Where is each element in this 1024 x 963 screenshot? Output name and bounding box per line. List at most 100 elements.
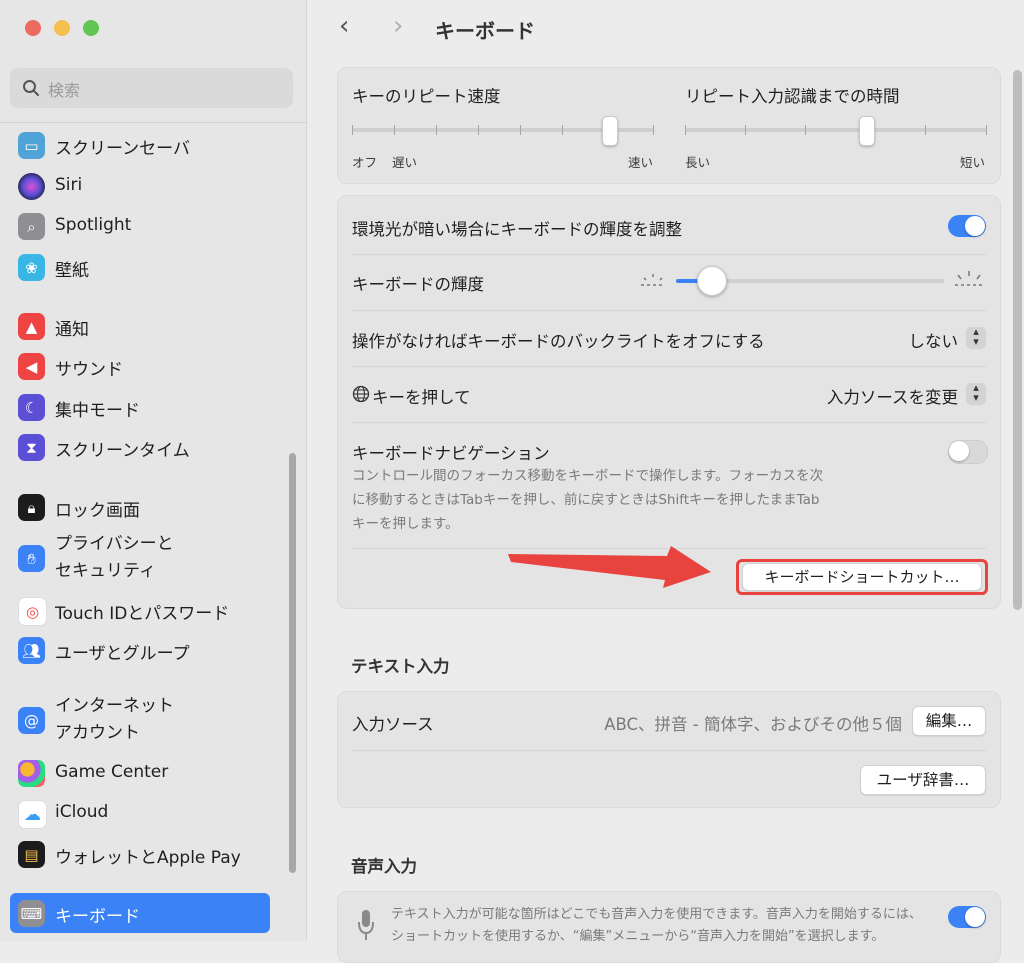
sidebar-item-label: Siri [55, 175, 83, 195]
sidebar-item-label: プライバシーと [55, 534, 174, 554]
search-input[interactable]: 検索 [10, 68, 293, 108]
sidebar-item-wallpaper[interactable]: ❀ 壁紙 [8, 247, 270, 287]
chevron-up-down-icon: ▴ ▾ [966, 382, 986, 405]
user-dictionary-button[interactable]: ユーザ辞書… [860, 765, 986, 795]
sidebar-item-focus[interactable]: ☾ 集中モード [8, 387, 270, 427]
key-repeat-speed-thumb[interactable] [601, 116, 618, 146]
sidebar-item-spotlight[interactable]: ⌕ Spotlight [8, 206, 270, 246]
keyboard-brightness-thumb[interactable] [697, 266, 728, 296]
forward-button[interactable]: › [393, 11, 403, 41]
sidebar-item-touch-id[interactable]: ◎ Touch IDとパスワード [8, 590, 270, 630]
sidebar-item-label: スクリーンタイム [55, 441, 190, 461]
input-sources-label: 入力ソース [352, 715, 434, 734]
sidebar-item-notifications[interactable]: ▲ 通知 [8, 306, 270, 346]
lock-icon: 🔒︎ [18, 494, 45, 521]
delay-long-label: 長い [685, 155, 711, 170]
main-scrollbar[interactable] [1013, 70, 1022, 610]
sidebar: 検索 ▭ スクリーンセーバ Siri ⌕ Spotlight ❀ 壁紙 ▲ 通知… [0, 0, 307, 941]
sidebar-item-users-groups[interactable]: 👥︎ ユーザとグループ [8, 630, 270, 670]
repeat-delay-thumb[interactable] [859, 116, 876, 146]
backlight-off-value: しない [908, 332, 959, 351]
search-icon [23, 80, 39, 96]
sidebar-divider [0, 122, 306, 123]
auto-brightness-toggle[interactable] [948, 215, 986, 237]
dictation-toggle[interactable] [948, 906, 986, 928]
sidebar-item-wallet[interactable]: ▤ ウォレットとApple Pay [8, 834, 270, 874]
focus-icon: ☾ [18, 394, 45, 421]
globe-key-label: キーを押して [372, 388, 471, 407]
sound-icon: ◀ [18, 353, 45, 380]
sidebar-item-label: Touch IDとパスワード [55, 604, 230, 624]
close-window-button[interactable] [25, 20, 41, 36]
key-repeat-card: キーのリピート速度 オフ 遅い 速い リピート入力認識までの時間 長い 短い [337, 67, 1001, 184]
sidebar-item-lock-screen[interactable]: 🔒︎ ロック画面 [8, 487, 270, 527]
sidebar-item-siri[interactable]: Siri [8, 166, 270, 206]
sidebar-item-icloud[interactable]: ☁ iCloud [8, 793, 270, 833]
sidebar-item-label: インターネット [55, 696, 174, 716]
input-sources-value: ABC、拼音 - 簡体字、およびその他５個 [604, 715, 902, 734]
search-placeholder: 検索 [48, 81, 81, 100]
at-icon: @ [18, 707, 45, 734]
page-title: キーボード [435, 19, 535, 43]
spotlight-icon: ⌕ [18, 213, 45, 240]
auto-brightness-label: 環境光が暗い場合にキーボードの輝度を調整 [352, 220, 682, 239]
globe-key-value: 入力ソースを変更 [826, 388, 958, 407]
microphone-icon [358, 910, 374, 940]
keyboard-brightness-label: キーボードの輝度 [352, 275, 484, 294]
sidebar-item-label: Game Center [55, 762, 169, 782]
chevron-up-down-icon: ▴ ▾ [966, 326, 986, 349]
notifications-icon: ▲ [18, 313, 45, 340]
keyboard-brightness-slider[interactable] [676, 266, 944, 296]
sidebar-item-label: ユーザとグループ [55, 644, 190, 664]
sidebar-item-game-center[interactable]: Game Center [8, 753, 270, 793]
fingerprint-icon: ◎ [18, 597, 47, 626]
repeat-delay-label: リピート入力認識までの時間 [685, 87, 900, 106]
sidebar-item-label: ウォレットとApple Pay [55, 848, 241, 868]
users-icon: 👥︎ [18, 637, 45, 664]
text-input-card: 入力ソース ABC、拼音 - 簡体字、およびその他５個 編集… ユーザ辞書… [337, 691, 1001, 808]
sidebar-item-label: セキュリティ [55, 561, 156, 581]
globe-key-popup[interactable]: 入力ソースを変更 ▴ ▾ [798, 380, 986, 408]
screensaver-icon: ▭ [18, 132, 45, 159]
dictation-description: テキスト入力が可能な箇所はどこでも音声入力を使用できます。音声入力を開始するには… [391, 907, 922, 944]
annotation-arrow-icon [508, 546, 711, 588]
sidebar-item-label: ロック画面 [55, 501, 140, 521]
repeat-delay-slider[interactable] [685, 116, 987, 150]
sidebar-item-label: 壁紙 [55, 261, 89, 281]
sidebar-item-screensaver[interactable]: ▭ スクリーンセーバ [8, 125, 270, 165]
keyboard-icon: ⌨ [18, 900, 45, 927]
minimize-window-button[interactable] [54, 20, 70, 36]
sidebar-item-label: アカウント [55, 723, 140, 743]
wallpaper-icon: ❀ [18, 254, 45, 281]
sidebar-item-label: Spotlight [55, 215, 132, 235]
game-center-icon [18, 760, 45, 787]
screen-time-icon: ⧗ [18, 434, 45, 461]
sidebar-item-label: 集中モード [55, 401, 140, 421]
edit-input-sources-button[interactable]: 編集… [912, 706, 986, 736]
sidebar-item-label: 通知 [55, 320, 89, 340]
sidebar-item-label: サウンド [55, 360, 123, 380]
sidebar-item-keyboard[interactable]: ⌨ キーボード [10, 893, 270, 933]
sidebar-scrollbar[interactable] [289, 453, 296, 873]
dictation-card: テキスト入力が可能な箇所はどこでも音声入力を使用できます。音声入力を開始するには… [337, 891, 1001, 963]
sidebar-item-screen-time[interactable]: ⧗ スクリーンタイム [8, 427, 270, 467]
dictation-section-title: 音声入力 [351, 857, 417, 876]
privacy-hand-icon: ✋︎ [18, 545, 45, 572]
icloud-icon: ☁ [18, 800, 47, 829]
keyboard-navigation-label: キーボードナビゲーション [352, 444, 550, 463]
sidebar-item-privacy-security[interactable]: ✋︎ プライバシーと セキュリティ [8, 531, 270, 585]
key-repeat-speed-slider[interactable] [352, 116, 654, 150]
keyboard-navigation-toggle[interactable] [948, 440, 988, 464]
text-input-section-title: テキスト入力 [351, 657, 450, 676]
back-button[interactable]: ‹ [339, 11, 349, 41]
keyboard-navigation-description: コントロール間のフォーカス移動をキーボードで操作します。フォーカスを次 に移動す… [352, 468, 824, 532]
sidebar-item-sound[interactable]: ◀ サウンド [8, 346, 270, 386]
delay-short-label: 短い [960, 155, 986, 170]
sidebar-item-internet-accounts[interactable]: @ インターネット アカウント [8, 693, 270, 747]
speed-fast-label: 速い [628, 155, 654, 170]
zoom-window-button[interactable] [83, 20, 99, 36]
backlight-off-popup[interactable]: しない ▴ ▾ [878, 324, 986, 352]
speed-off-label: オフ [352, 155, 378, 170]
key-repeat-speed-label: キーのリピート速度 [352, 87, 501, 106]
globe-icon [352, 385, 370, 403]
